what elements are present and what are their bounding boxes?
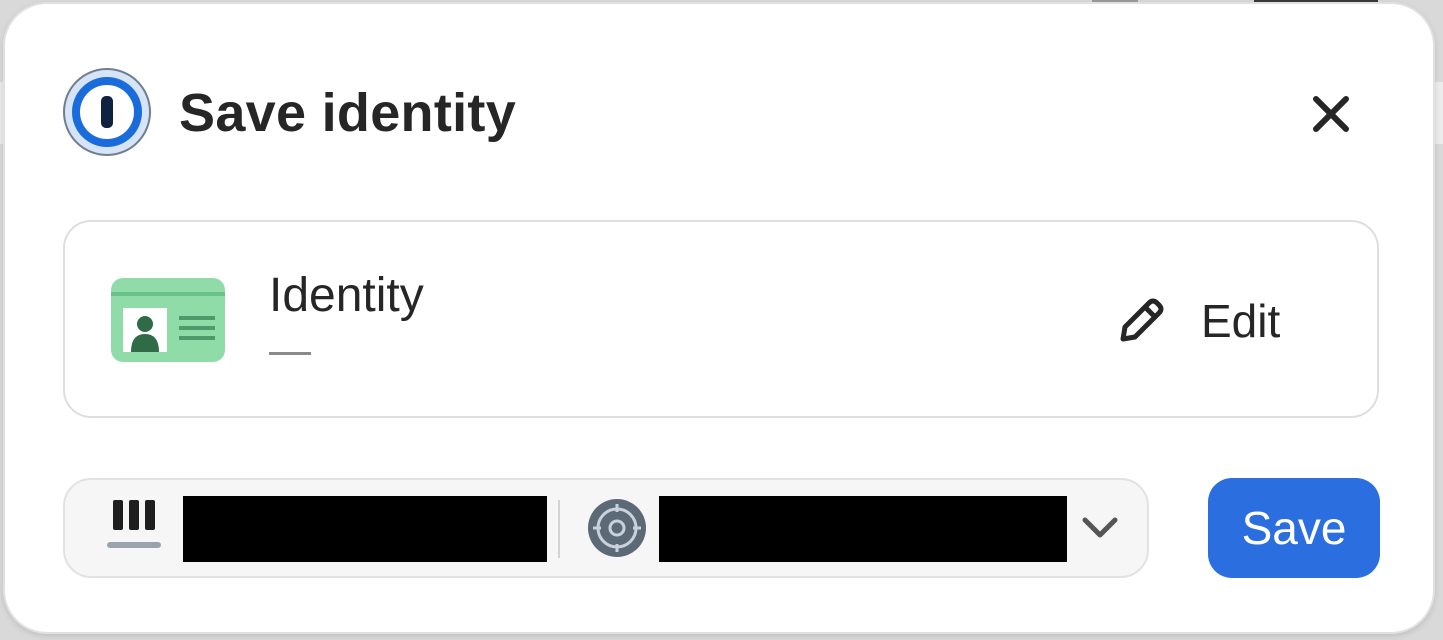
close-button[interactable] bbox=[1305, 88, 1357, 140]
save-identity-dialog: Save identity Identity Edit Save bbox=[3, 2, 1435, 634]
account-name-redacted bbox=[183, 496, 547, 562]
chevron-down-icon bbox=[1082, 517, 1118, 538]
identity-card-icon bbox=[111, 278, 225, 362]
close-icon bbox=[1313, 96, 1349, 132]
dialog-title: Save identity bbox=[179, 83, 517, 143]
account-vault-selector[interactable] bbox=[63, 478, 1149, 578]
dialog-header: Save identity bbox=[5, 4, 1433, 204]
item-subtitle-placeholder bbox=[269, 352, 311, 355]
edit-button[interactable]: Edit bbox=[1113, 288, 1301, 354]
pencil-icon bbox=[1120, 298, 1164, 342]
edit-label: Edit bbox=[1201, 295, 1281, 347]
item-name: Identity bbox=[269, 269, 424, 322]
save-button[interactable]: Save bbox=[1208, 478, 1380, 578]
vault-icon bbox=[588, 499, 646, 557]
piano-keys-icon bbox=[107, 500, 161, 548]
vault-name-redacted bbox=[659, 496, 1067, 562]
selector-divider bbox=[558, 500, 560, 558]
item-preview-card: Identity Edit bbox=[63, 220, 1379, 418]
1password-logo-icon bbox=[63, 68, 151, 156]
